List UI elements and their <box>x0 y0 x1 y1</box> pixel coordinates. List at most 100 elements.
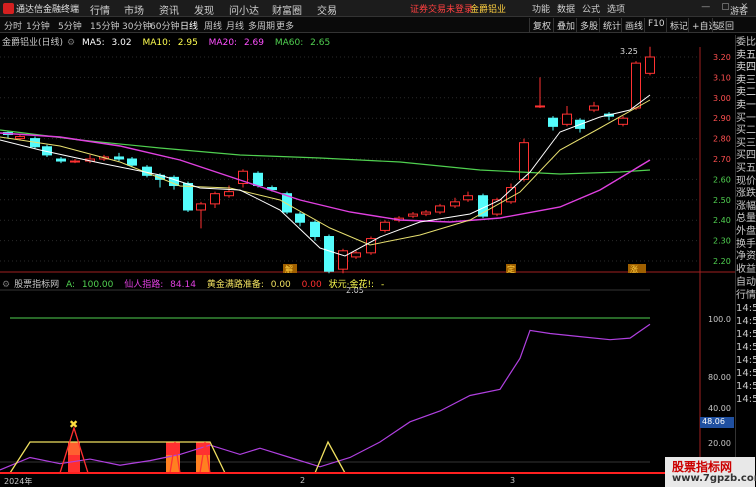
ind-axis-label: 20.00 <box>708 439 731 448</box>
indicator-bars <box>68 442 210 473</box>
price-label: 2.40 <box>713 216 731 225</box>
candle-body <box>535 105 545 108</box>
candle-body <box>548 117 558 127</box>
b-label: 仙人指路: <box>124 280 164 290</box>
candle-body <box>618 117 628 125</box>
candle-body <box>408 213 418 217</box>
candles <box>3 46 655 274</box>
price-label: 2.80 <box>713 135 731 144</box>
candle-body <box>645 56 655 74</box>
signal-star-icon: ✖ <box>69 418 78 431</box>
candle-body <box>253 172 263 187</box>
candle-body <box>70 160 80 163</box>
price-label: 2.90 <box>713 114 731 123</box>
candle-body <box>310 221 320 238</box>
d-value: 0.00 <box>301 280 322 290</box>
quote-panel-label: 买二 <box>736 125 756 137</box>
quote-panel-label: 14:56 <box>736 329 756 341</box>
candle-body <box>127 158 137 166</box>
price-label: 2.30 <box>713 237 731 246</box>
ind-axis-label: 80.00 <box>708 373 731 382</box>
quote-panel-label: 14:56 <box>736 342 756 354</box>
candle-body <box>351 252 361 258</box>
candle-body <box>421 211 431 215</box>
quote-panel-label: 自动 <box>736 277 756 289</box>
candle-body <box>15 136 25 140</box>
quote-panel-label: 14:56 <box>736 303 756 315</box>
quote-panel-label: 卖三 <box>736 74 756 86</box>
ind-axis-label: 40.00 <box>708 404 731 413</box>
date-label: 2 <box>300 476 306 485</box>
quote-panel-label: 收益 <box>736 263 756 275</box>
chart2-legend: ⚙ 股票指标网 A: 100.00 仙人指路: 84.14 黄金满路准备: 0.0… <box>2 277 392 290</box>
price-label: 2.50 <box>713 196 731 205</box>
ind-axis-label: 100.0 <box>708 315 731 324</box>
candle-body <box>114 156 124 160</box>
date-axis <box>0 474 700 487</box>
ma60-line <box>0 129 651 175</box>
candle-body <box>56 158 66 162</box>
quote-panel-label: 卖一 <box>736 99 756 111</box>
signal-bar <box>68 442 80 455</box>
b-value: 84.14 <box>170 280 196 290</box>
quote-panel-list: 委比 卖五 卖四 卖三 卖二 卖一 买一 买二 买三 买四 买五 现价 涨跌 涨幅 总量 外盘 换手 净资 收益 自动… <box>736 37 756 406</box>
candle-body <box>589 105 599 111</box>
quote-panel-label: 买五 <box>736 162 756 174</box>
quote-panel-label: 卖五 <box>736 49 756 61</box>
a-value: 100.00 <box>81 280 114 290</box>
quote-panel-label: 委比 <box>736 37 756 48</box>
quote-panel-label: 卖二 <box>736 87 756 99</box>
quote-panel-label: 买一 <box>736 112 756 124</box>
date-label: 2024年 <box>4 477 33 486</box>
price-label: 3.10 <box>713 73 731 82</box>
price-label: 2.20 <box>713 257 731 266</box>
quote-panel-label: 买四 <box>736 150 756 162</box>
price-label: 3.00 <box>713 94 731 103</box>
candle-body <box>562 113 572 125</box>
chart2-title: 股票指标网 <box>14 280 60 290</box>
ma20-line <box>0 132 651 223</box>
candle-body <box>338 250 348 270</box>
candle-body <box>196 203 206 211</box>
e-label: 状元·金花!: <box>328 280 375 290</box>
chart2-settings-icon[interactable]: ⚙ <box>2 280 10 290</box>
signal-bar <box>68 455 80 473</box>
tag-rise-text: 涨 <box>630 264 638 274</box>
tag-unlock-text: 解 <box>285 264 293 274</box>
quote-panel-label: 卖四 <box>736 62 756 74</box>
indicator-red-line <box>59 425 211 474</box>
quote-panel-label: 换手 <box>736 238 756 250</box>
ind-current-value: 48.06 <box>700 417 734 428</box>
candle-body <box>380 221 390 231</box>
high-mark-label: 3.25 <box>620 47 638 56</box>
price-label: 3.20 <box>713 53 731 62</box>
candle-body <box>519 142 529 180</box>
price-label: 2.70 <box>713 155 731 164</box>
quote-panel-label: 净资 <box>736 251 756 263</box>
quote-panel-label: 14:56 <box>736 355 756 367</box>
watermark-url: www.7gpzb.com <box>672 473 756 484</box>
quote-panel-label: 14:56 <box>736 381 756 393</box>
quote-panel-label: 买三 <box>736 137 756 149</box>
candle-body <box>183 182 193 211</box>
candle-body <box>463 195 473 201</box>
price-label: 2.60 <box>713 175 731 184</box>
quote-panel-label: 涨幅 <box>736 200 756 212</box>
quote-panel-label: 涨跌 <box>736 188 756 200</box>
quote-panel-label: 14:56 <box>736 394 756 406</box>
quote-panel-label: 总量 <box>736 213 756 225</box>
candle-body <box>224 191 234 197</box>
c-label: 黄金满路准备: <box>206 280 264 290</box>
tag-fixed-text: 定 <box>507 264 515 274</box>
candle-body <box>631 62 641 109</box>
quote-panel-label: 14:56 <box>736 316 756 328</box>
a-label: A: <box>65 280 75 290</box>
candle-body <box>210 193 220 205</box>
chart-canvas[interactable]: 3.25 2.05 解 定 涨 3.203.103.002.902.802.70… <box>0 0 756 487</box>
quote-panel-label: 14:56 <box>736 368 756 380</box>
candle-body <box>435 205 445 213</box>
price-axis: 3.20 3.10 3.00 2.90 2.80 2.70 2.60 2.50 2.40 2.30… <box>713 53 731 266</box>
quote-panel-label: 现价 <box>736 175 756 187</box>
candle-body <box>295 213 305 223</box>
candle-body <box>324 236 334 272</box>
